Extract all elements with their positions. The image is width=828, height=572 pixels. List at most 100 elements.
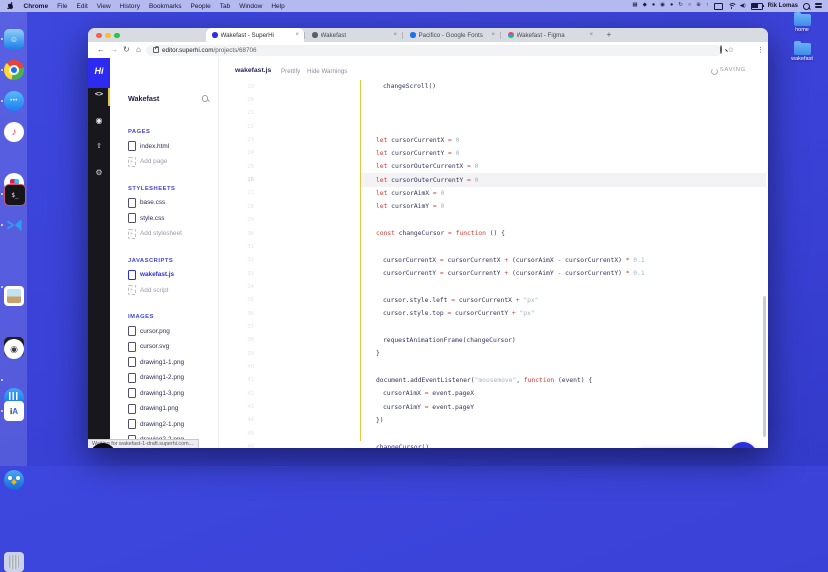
menu-item-view[interactable]: View [97, 3, 111, 10]
line-number: 29 [219, 217, 254, 223]
window-close-button[interactable] [96, 33, 102, 39]
code-text: document.addEventListener("mousemove", f… [361, 377, 592, 384]
trash-icon[interactable] [4, 552, 24, 572]
reload-button[interactable]: ↻ [123, 45, 130, 55]
back-button[interactable]: ← [97, 45, 105, 55]
sync-icon[interactable]: ↻ [678, 3, 683, 9]
up-arrow-icon[interactable]: ↑ [706, 3, 709, 9]
hide-warnings-button[interactable]: Hide Warnings [307, 68, 347, 75]
menu-item-edit[interactable]: Edit [77, 3, 88, 10]
globe-plus-icon[interactable]: ⊕ [696, 3, 701, 9]
zoom-search-icon[interactable] [720, 46, 722, 53]
volume-icon[interactable]: ◀) [740, 3, 746, 9]
menu-item-chrome[interactable]: Chrome [24, 3, 49, 10]
code-line-40: 40 [219, 360, 768, 373]
add-item-add-stylesheet[interactable]: Add stylesheet [128, 229, 182, 239]
tab-title: Wakefast - Figma [517, 32, 586, 39]
file-item-cursor-png[interactable]: cursor.png [128, 326, 170, 336]
shield-icon[interactable]: ◆ [643, 3, 647, 9]
terminal-icon[interactable]: $_ [4, 184, 26, 206]
file-item-index-html[interactable]: index.html [128, 141, 169, 151]
file-item-style-css[interactable]: style.css [128, 213, 165, 223]
tab-close-icon[interactable]: × [393, 32, 397, 38]
menu-item-bookmarks[interactable]: Bookmarks [149, 3, 182, 10]
file-item-drawing1-2-png[interactable]: drawing1-2.png [128, 373, 184, 383]
sidebar-search-icon[interactable] [202, 95, 209, 102]
vscode-icon[interactable] [4, 215, 24, 235]
file-item-drawing1-png[interactable]: drawing1.png [128, 404, 178, 414]
messages-icon[interactable]: ••• [4, 91, 24, 111]
menu-item-history[interactable]: History [120, 3, 140, 10]
finder-icon[interactable]: ☺ [4, 29, 24, 49]
lock-icon[interactable] [153, 47, 159, 53]
spotlight-search-icon[interactable] [803, 3, 810, 10]
address-bar[interactable]: editor.superhi.com/projects/68706 [146, 45, 722, 56]
tab-title: Wakefast - SuperHi [221, 32, 292, 39]
menu-user-name[interactable]: Rik Lomas [768, 3, 798, 9]
chrome-icon[interactable] [4, 60, 24, 80]
app-dot-icon[interactable]: ● [652, 3, 655, 9]
preview-icon[interactable] [4, 286, 24, 306]
superhi-logo[interactable]: Hi [88, 58, 110, 88]
code-line-36: 36cursor.style.top = cursorCurrentY + "p… [219, 307, 768, 320]
forward-button[interactable]: → [110, 45, 118, 55]
music-icon[interactable]: ♪ [4, 122, 24, 142]
code-line-44: 44}) [219, 414, 768, 427]
menu-item-window[interactable]: Window [239, 3, 262, 10]
new-tab-button[interactable]: + [604, 30, 614, 40]
add-item-add-page[interactable]: Add page [128, 157, 167, 167]
menu-item-file[interactable]: File [57, 3, 67, 10]
file-item-drawing1-3-png[interactable]: drawing1-3.png [128, 388, 184, 398]
code-line-22: 22 [219, 120, 768, 133]
menu-item-tab[interactable]: Tab [220, 3, 230, 10]
folder-label: wakefast [772, 56, 828, 62]
tab-close-icon[interactable]: × [589, 32, 593, 38]
file-item-drawing2-1-png[interactable]: drawing2-1.png [128, 419, 184, 429]
file-item-base-css[interactable]: base.css [128, 198, 165, 208]
browser-menu-icon[interactable]: ⋮ [757, 46, 764, 54]
tab-close-icon[interactable]: × [295, 32, 299, 38]
menu-item-people[interactable]: People [190, 3, 210, 10]
app-dot2-icon[interactable]: ● [670, 3, 673, 9]
browser-tab-3[interactable]: Pacifico - Google Fonts× [404, 28, 500, 42]
upload-icon[interactable]: ⇧ [88, 142, 110, 150]
record-icon[interactable]: ◉ [660, 3, 665, 9]
add-item-add-script[interactable]: Add script [128, 285, 168, 295]
preview-eye-icon[interactable]: ◉ [88, 116, 110, 125]
file-icon [128, 342, 136, 352]
window-zoom-button[interactable] [114, 33, 120, 39]
file-item-cursor-svg[interactable]: cursor.svg [128, 342, 169, 352]
bird-app-icon-running-dot [1, 379, 3, 381]
browser-tab-4[interactable]: Wakefast - Figma× [502, 28, 598, 42]
browser-tab-1[interactable]: Wakefast - SuperHi× [206, 28, 304, 42]
file-item-drawing1-1-png[interactable]: drawing1-1.png [128, 357, 184, 367]
film-reel-icon[interactable]: ◉ [4, 339, 24, 359]
browser-tab-2[interactable]: Wakefast× [306, 28, 402, 42]
wifi-icon[interactable] [728, 3, 735, 9]
code-line-25: 25let cursorOuterCurrentX = 0 [219, 160, 768, 173]
home-button[interactable]: ⌂ [136, 45, 141, 55]
bird-app-icon[interactable] [4, 470, 24, 490]
file-item-wakefast-js[interactable]: wakefast.js [128, 270, 174, 280]
settings-gear-icon[interactable]: ⚙ [88, 168, 110, 177]
menu-item-help[interactable]: Help [271, 3, 284, 10]
bookmark-star-icon[interactable]: ☆ [728, 46, 734, 54]
code-area[interactable]: 19changeScroll()20212223let cursorCurren… [219, 80, 768, 448]
battery-icon[interactable] [751, 3, 763, 10]
screen-mirror-icon[interactable]: ▦ [632, 3, 637, 9]
tab-close-icon[interactable]: × [491, 32, 495, 38]
file-label: drawing2-1.png [140, 421, 184, 428]
menu-bar: Chrome File Edit View History Bookmarks People… [0, 0, 828, 12]
display-icon[interactable] [714, 3, 723, 10]
circle-icon[interactable]: ○ [688, 3, 691, 9]
prettify-button[interactable]: Prettify [281, 68, 300, 75]
desktop-folder-home[interactable]: home [772, 14, 828, 33]
ia-writer-icon[interactable]: iA [4, 401, 24, 421]
code-view-icon[interactable]: <> [88, 90, 110, 98]
apple-logo-icon[interactable] [7, 2, 14, 10]
window-minimize-button[interactable] [105, 33, 111, 39]
control-center-icon[interactable] [815, 3, 822, 9]
code-line-43: 43cursorAimY = event.pageY [219, 400, 768, 413]
desktop-folder-wakefast[interactable]: wakefast [772, 43, 828, 62]
editor-scrollbar[interactable] [763, 296, 766, 437]
